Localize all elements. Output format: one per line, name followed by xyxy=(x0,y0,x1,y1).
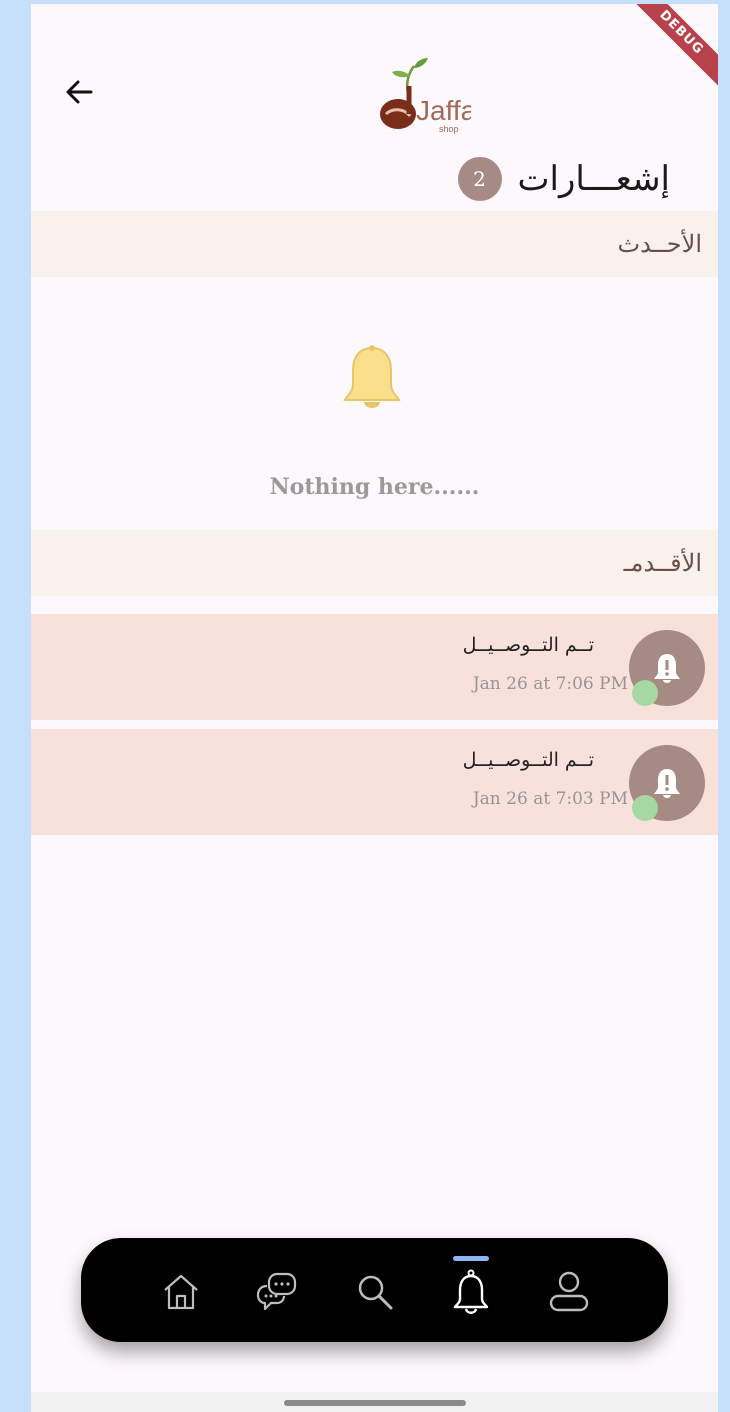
notification-count-badge: 2 xyxy=(457,157,502,201)
profile-icon xyxy=(549,1271,589,1312)
delivery-badge-icon xyxy=(632,795,658,821)
section-header-older: الأقــدمـ xyxy=(31,530,718,596)
notification-item[interactable]: تــم التــوصــيــل Jan 26 at 7:03 PM xyxy=(31,729,718,835)
home-icon xyxy=(164,1274,198,1310)
section-label-older: الأقــدمـ xyxy=(623,549,702,577)
chat-icon xyxy=(256,1272,297,1311)
notification-item[interactable]: تــم التــوصــيــل Jan 26 at 7:06 PM xyxy=(31,614,718,720)
app-screen: DEBUG Jaffa shop 2 إشعـــارات الأحــدث N… xyxy=(31,4,718,1412)
empty-state-text: Nothing here...... xyxy=(269,474,480,500)
nav-item-home[interactable] xyxy=(153,1262,209,1322)
app-logo: Jaffa shop xyxy=(376,56,477,136)
bell-icon xyxy=(339,344,405,416)
section-header-latest: الأحــدث xyxy=(31,211,718,277)
debug-banner: DEBUG xyxy=(627,4,718,87)
home-indicator-pill[interactable] xyxy=(284,1400,466,1406)
nav-item-chat[interactable] xyxy=(249,1262,305,1322)
nav-item-profile[interactable] xyxy=(541,1262,597,1322)
bell-alert-icon xyxy=(654,654,680,683)
notification-title: تــم التــوصــيــل xyxy=(462,749,594,771)
bell-alert-icon xyxy=(654,769,680,798)
bell-icon xyxy=(453,1269,489,1314)
back-button[interactable] xyxy=(61,74,97,110)
section-label-latest: الأحــدث xyxy=(617,230,702,258)
page-header: 2 إشعـــارات xyxy=(457,154,670,204)
search-icon xyxy=(358,1275,393,1310)
nav-item-notifications[interactable] xyxy=(443,1262,499,1322)
page-title: إشعـــارات xyxy=(517,159,670,199)
delivery-badge-icon xyxy=(632,680,658,706)
logo-text: Jaffa xyxy=(416,95,471,126)
nav-item-search[interactable] xyxy=(347,1262,403,1322)
notification-time: Jan 26 at 7:03 PM xyxy=(472,789,628,809)
notification-title: تــم التــوصــيــل xyxy=(462,634,594,656)
logo-subtext: shop xyxy=(439,124,459,134)
bottom-nav-bar xyxy=(81,1238,668,1342)
notification-time: Jan 26 at 7:06 PM xyxy=(472,674,628,694)
nav-active-indicator xyxy=(453,1256,489,1261)
system-home-bar xyxy=(31,1392,718,1412)
arrow-left-icon xyxy=(66,80,93,104)
